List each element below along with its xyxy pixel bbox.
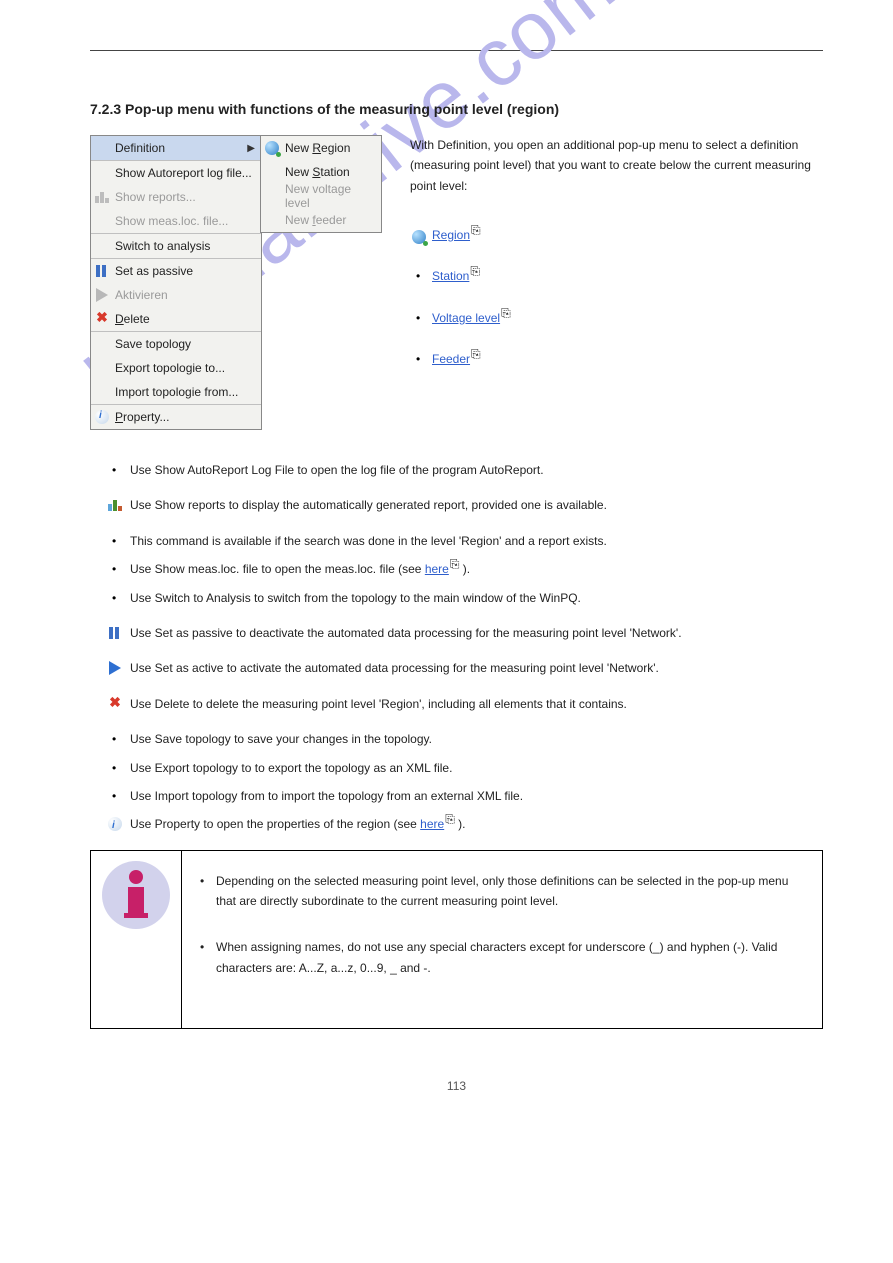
body-item-save-topo: Use Save topology to save your changes i… [90, 729, 823, 749]
menu-export-topology[interactable]: Export topologie to... [91, 356, 261, 380]
intro-text: With Definition, you open an additional … [410, 135, 823, 196]
menu-definition[interactable]: Definition ▶ New Region New Station [91, 136, 261, 160]
divider [90, 50, 823, 51]
body-item-autoreport: Use Show AutoReport Log File to open the… [90, 460, 823, 480]
note-item-1: Depending on the selected measuring poin… [188, 871, 810, 912]
body-item-delete: ✖ Use Delete to delete the measuring poi… [90, 694, 823, 714]
body-item-switch: Use Switch to Analysis to switch from th… [90, 588, 823, 608]
page-number: 113 [90, 1079, 823, 1093]
section-heading: 7.2.3 Pop-up menu with functions of the … [90, 101, 823, 117]
link-feeder[interactable]: Feeder [432, 352, 470, 366]
menu-activate: Aktivieren [91, 283, 261, 307]
submenu-new-region[interactable]: New Region [261, 136, 381, 160]
submenu-new-voltage: New voltage level [261, 184, 381, 208]
bars-icon [108, 499, 122, 511]
pause-icon [109, 627, 121, 639]
menu-show-autoreport[interactable]: Show Autoreport log file... [91, 160, 261, 185]
link-voltage[interactable]: Voltage level [432, 311, 500, 325]
pause-icon [96, 265, 108, 277]
link-property-here[interactable]: here [420, 817, 444, 831]
menu-passive[interactable]: Set as passive [91, 258, 261, 283]
menu-property[interactable]: Property... [91, 404, 261, 429]
note-item-2: When assigning names, do not use any spe… [188, 937, 810, 978]
body-item-property: Use Property to open the properties of t… [90, 814, 823, 834]
submenu-new-station[interactable]: New Station [261, 160, 381, 184]
definition-item-station: Station⎘ [410, 267, 823, 286]
context-menu: Definition ▶ New Region New Station [90, 135, 380, 430]
chevron-right-icon: ▶ [247, 143, 255, 154]
submenu-new-feeder: New feeder [261, 208, 381, 232]
definition-item-region: Region⎘ [410, 226, 823, 245]
delete-icon: ✖ [96, 312, 108, 326]
body-item-activate: Use Set as active to activate the automa… [90, 658, 823, 678]
info-icon [95, 410, 109, 424]
definition-item-voltage: Voltage level⎘ [410, 309, 823, 328]
menu-show-meas: Show meas.loc. file... [91, 209, 261, 233]
info-icon [108, 817, 122, 831]
body-list: Use Show AutoReport Log File to open the… [90, 460, 823, 516]
menu-show-reports: Show reports... [91, 185, 261, 209]
bars-icon [95, 191, 109, 203]
link-region[interactable]: Region [432, 228, 470, 242]
play-icon [109, 661, 121, 675]
info-icon-large [102, 861, 170, 929]
submenu-definition: New Region New Station New voltage level [260, 135, 382, 233]
delete-icon: ✖ [109, 697, 121, 711]
body-item-search: This command is available if the search … [90, 531, 823, 551]
definition-item-feeder: Feeder⎘ [410, 350, 823, 369]
body-item-reports: Use Show reports to display the automati… [90, 495, 823, 515]
body-item-passive: Use Set as passive to deactivate the aut… [90, 623, 823, 643]
globe-icon [412, 230, 426, 244]
body-item-import-topo: Use Import topology from to import the t… [90, 786, 823, 806]
body-item-export-topo: Use Export topology to to export the top… [90, 758, 823, 778]
play-icon [96, 288, 108, 302]
menu-delete[interactable]: ✖ Delete [91, 307, 261, 331]
menu-import-topology[interactable]: Import topologie from... [91, 380, 261, 404]
body-item-meas: Use Show meas.loc. file to open the meas… [90, 559, 823, 579]
definition-list: Region⎘ Station⎘ Voltage level⎘ Feeder⎘ [410, 226, 823, 369]
globe-icon [265, 141, 279, 155]
menu-switch[interactable]: Switch to analysis [91, 233, 261, 258]
menu-save-topology[interactable]: Save topology [91, 331, 261, 356]
link-station[interactable]: Station [432, 269, 469, 283]
note-box: Depending on the selected measuring poin… [90, 850, 823, 1030]
link-meas-here[interactable]: here [425, 562, 449, 576]
